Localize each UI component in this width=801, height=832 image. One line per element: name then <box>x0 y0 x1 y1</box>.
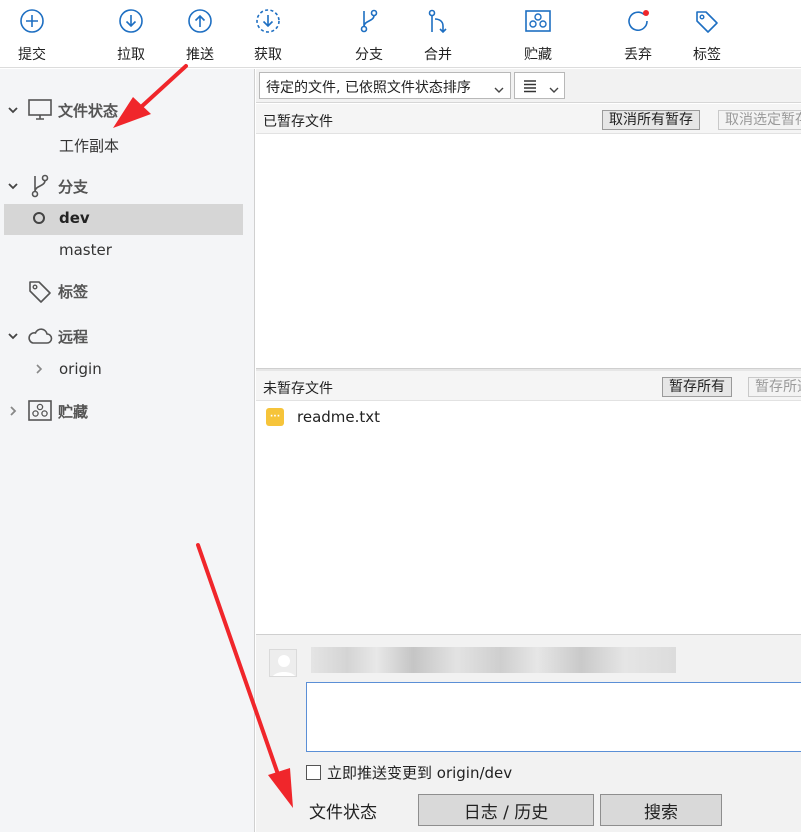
sidebar-item-remotes[interactable]: 远程 <box>0 321 255 351</box>
bottom-tabs: 文件状态 日志 / 历史 搜索 <box>256 794 801 832</box>
merge-icon <box>423 6 453 36</box>
branch-icon <box>354 6 384 36</box>
fetch-dashed-circle-icon <box>253 6 283 36</box>
push-immediately-option[interactable]: 立即推送变更到 origin/dev <box>306 762 512 782</box>
stage-all-button[interactable]: 暂存所有 <box>662 377 732 397</box>
tag-icon <box>27 278 53 304</box>
sidebar-label-remotes: 远程 <box>58 327 89 346</box>
sort-select-value: 待定的文件, 已依照文件状态排序 <box>266 80 471 96</box>
tag-icon <box>692 6 722 36</box>
plus-circle-icon <box>17 6 47 36</box>
tab-search[interactable]: 搜索 <box>600 794 722 826</box>
avatar <box>269 649 297 677</box>
tag-button[interactable]: 标签 <box>677 4 737 64</box>
commit-message-input[interactable] <box>306 682 801 752</box>
stash-box-icon <box>27 398 53 424</box>
sidebar-label-tags: 标签 <box>58 282 89 301</box>
merge-button[interactable]: 合并 <box>408 4 468 64</box>
chevron-down-icon[interactable] <box>6 103 20 117</box>
sidebar: 文件状态 工作副本 分支 dev master 标签 远程 origin 贮藏 <box>0 69 255 832</box>
sidebar-branch-master[interactable]: master <box>59 241 112 259</box>
sidebar-label-branches: 分支 <box>58 177 89 196</box>
monitor-icon <box>27 97 53 123</box>
staged-file-list <box>256 135 801 368</box>
pull-button[interactable]: 拉取 <box>101 4 161 64</box>
tab-file-status[interactable]: 文件状态 <box>270 794 416 826</box>
chevron-down-icon[interactable] <box>6 179 20 193</box>
tab-log-history[interactable]: 日志 / 历史 <box>418 794 594 826</box>
staged-title: 已暂存文件 <box>263 114 333 130</box>
sidebar-item-stashes[interactable]: 贮藏 <box>0 396 255 426</box>
merge-label: 合并 <box>424 47 452 63</box>
staged-header: 已暂存文件 取消所有暂存 取消选定暂存 <box>256 104 801 134</box>
stash-box-icon <box>523 6 553 36</box>
stash-label: 贮藏 <box>524 47 552 63</box>
push-immediately-label: 立即推送变更到 origin/dev <box>327 763 513 782</box>
sidebar-item-file-status[interactable]: 文件状态 <box>0 95 255 125</box>
sidebar-remote-origin[interactable]: origin <box>59 360 102 378</box>
author-name-redacted <box>311 647 676 673</box>
discard-refresh-icon <box>623 6 653 36</box>
unstaged-header: 未暂存文件 暂存所有 暂存所选 <box>256 371 801 401</box>
sidebar-label-stashes: 贮藏 <box>58 402 89 421</box>
sidebar-branch-dev[interactable]: dev <box>59 209 90 227</box>
branch-button[interactable]: 分支 <box>339 4 399 64</box>
unstaged-title: 未暂存文件 <box>263 381 333 397</box>
sidebar-item-tags[interactable]: 标签 <box>0 276 255 306</box>
stage-selected-button[interactable]: 暂存所选 <box>748 377 801 397</box>
commit-button[interactable]: 提交 <box>2 4 62 64</box>
fetch-label: 获取 <box>254 47 282 63</box>
unstage-all-button[interactable]: 取消所有暂存 <box>602 110 700 130</box>
file-modified-icon: ··· <box>266 408 284 426</box>
filter-bar: 待定的文件, 已依照文件状态排序 <box>256 69 801 103</box>
chevron-down-icon[interactable] <box>6 329 20 343</box>
unstage-selected-button[interactable]: 取消选定暂存 <box>718 110 801 130</box>
main-panel: 待定的文件, 已依照文件状态排序 已暂存文件 取消所有暂存 取消选定暂存 未暂存… <box>256 69 801 832</box>
chevron-right-icon[interactable] <box>34 363 44 379</box>
chevron-down-icon <box>549 82 559 98</box>
discard-label: 丢弃 <box>624 47 652 63</box>
unstaged-file-list <box>256 402 801 634</box>
arrow-up-circle-icon <box>185 6 215 36</box>
arrow-down-circle-icon <box>116 6 146 36</box>
branch-label: 分支 <box>355 47 383 63</box>
chevron-down-icon <box>494 82 504 98</box>
list-item[interactable]: ··· readme.txt <box>266 405 380 429</box>
chevron-right-icon[interactable] <box>6 404 20 418</box>
sort-select[interactable]: 待定的文件, 已依照文件状态排序 <box>259 72 511 99</box>
view-mode-button[interactable] <box>514 72 565 99</box>
push-immediately-checkbox[interactable] <box>306 764 321 780</box>
sidebar-item-branches[interactable]: 分支 <box>0 171 255 201</box>
stash-button[interactable]: 贮藏 <box>508 4 568 64</box>
branch-icon <box>27 173 53 199</box>
cloud-icon <box>27 323 53 349</box>
sidebar-item-working-copy[interactable]: 工作副本 <box>59 135 119 156</box>
fetch-button[interactable]: 获取 <box>238 4 298 64</box>
push-label: 推送 <box>186 47 214 63</box>
current-branch-dot-icon <box>33 212 45 224</box>
commit-label: 提交 <box>18 47 46 63</box>
list-icon <box>523 79 537 97</box>
sidebar-label-file-status: 文件状态 <box>58 101 119 120</box>
toolbar: 提交 拉取 推送 获取 分支 合并 贮藏 丢弃 标签 <box>0 0 801 68</box>
push-button[interactable]: 推送 <box>170 4 230 64</box>
pull-label: 拉取 <box>117 47 145 63</box>
file-name: readme.txt <box>297 408 381 426</box>
tag-label: 标签 <box>693 47 721 63</box>
discard-button[interactable]: 丢弃 <box>608 4 668 64</box>
